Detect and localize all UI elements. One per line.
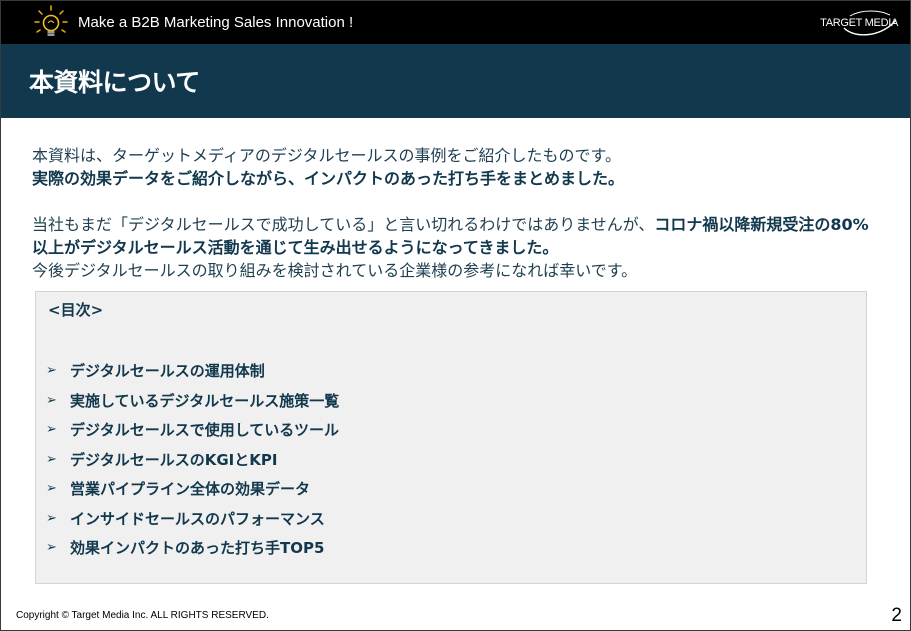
toc-item-label: 効果インパクトのあった打ち手TOP5 — [70, 539, 325, 558]
copyright-notice: Copyright © Target Media Inc. ALL RIGHTS… — [16, 610, 269, 621]
intro-line-3: 当社もまだ「デジタルセールスで成功している」と言い切れるわけではありませんが、コ… — [32, 213, 872, 259]
toc-item: ➢ デジタルセールスの運用体制 — [46, 356, 339, 386]
slide: Make a B2B Marketing Sales Innovation ! … — [0, 0, 911, 631]
toc-item: ➢ デジタルセールスで使用しているツール — [46, 415, 339, 445]
lightbulb-icon — [34, 5, 68, 36]
toc-list: ➢ デジタルセールスの運用体制 ➢ 実施しているデジタルセールス施策一覧 ➢ デジタル… — [46, 356, 339, 563]
arrow-bullet-icon: ➢ — [46, 363, 57, 379]
top-bar: Make a B2B Marketing Sales Innovation ! … — [1, 1, 910, 44]
intro-line-2: 実際の効果データをご紹介しながら、インパクトのあった打ち手をまとめました。 — [32, 169, 625, 188]
intro-line-4: 今後デジタルセールスの取り組みを検討されている企業様の参考になれば幸いです。 — [32, 261, 638, 280]
intro-line-3-normal: 当社もまだ「デジタルセールスで成功している」と言い切れるわけではありませんが、 — [32, 215, 655, 234]
toc-item-label: デジタルセールスのKGIとKPI — [70, 450, 278, 469]
toc-item-label: インサイドセールスのパフォーマンス — [70, 509, 325, 528]
page-title: 本資料について — [29, 68, 200, 97]
logo-text: TARGET MEDIA — [820, 17, 898, 29]
arrow-bullet-icon: ➢ — [46, 422, 57, 438]
toc-item-label: デジタルセールスの運用体制 — [70, 362, 265, 381]
toc-item: ➢ デジタルセールスのKGIとKPI — [46, 445, 339, 475]
toc-item: ➢ 効果インパクトのあった打ち手TOP5 — [46, 533, 339, 563]
tagline: Make a B2B Marketing Sales Innovation ! — [78, 14, 354, 31]
arrow-bullet-icon: ➢ — [46, 392, 57, 408]
target-media-logo: TARGET MEDIA — [810, 9, 898, 39]
toc-item: ➢ インサイドセールスのパフォーマンス — [46, 504, 339, 534]
toc-heading: <目次> — [48, 301, 104, 319]
toc-item: ➢ 実施しているデジタルセールス施策一覧 — [46, 386, 339, 416]
toc-item-label: 営業パイプライン全体の効果データ — [70, 480, 311, 499]
arrow-bullet-icon: ➢ — [46, 540, 57, 556]
page-number: 2 — [891, 605, 902, 626]
toc-item-label: 実施しているデジタルセールス施策一覧 — [70, 391, 340, 410]
arrow-bullet-icon: ➢ — [46, 451, 57, 467]
title-bar: 本資料について — [1, 44, 910, 118]
table-of-contents: <目次> ➢ デジタルセールスの運用体制 ➢ 実施しているデジタルセールス施策一覧 … — [35, 291, 867, 584]
arrow-bullet-icon: ➢ — [46, 510, 57, 526]
intro-line-1: 本資料は、ターゲットメディアのデジタルセールスの事例をご紹介したものです。 — [32, 146, 621, 165]
arrow-bullet-icon: ➢ — [46, 481, 57, 497]
intro-text: 本資料は、ターゲットメディアのデジタルセールスの事例をご紹介したものです。 実際… — [32, 144, 872, 282]
toc-item: ➢ 営業パイプライン全体の効果データ — [46, 474, 339, 504]
toc-item-label: デジタルセールスで使用しているツール — [70, 421, 339, 440]
